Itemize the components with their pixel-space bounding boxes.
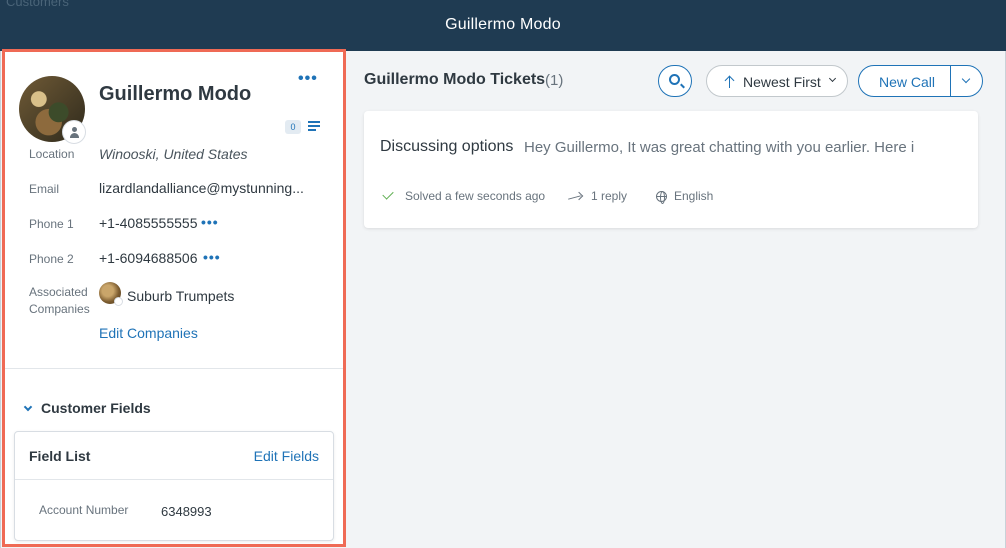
search-icon [669, 74, 680, 85]
location-value: Winooski, United States [99, 146, 248, 162]
phone2-options-icon[interactable]: ••• [203, 249, 221, 265]
search-button[interactable] [658, 65, 692, 97]
ticket-language: English [674, 189, 714, 203]
location-label: Location [29, 147, 75, 161]
account-number-value: 6348993 [161, 504, 212, 519]
ticket-status: Solved a few seconds ago [405, 189, 546, 203]
field-list-card: Field List Edit Fields Account Number 63… [14, 431, 334, 541]
arrow-up-icon [725, 75, 735, 89]
split-divider [950, 66, 951, 96]
ticket-preview: Hey Guillermo, It was great chatting wit… [524, 139, 915, 156]
phone1-label: Phone 1 [29, 217, 74, 231]
background-window-title: Customers [6, 0, 69, 9]
tickets-count: (1) [545, 72, 564, 89]
ticket-replies: 1 reply [591, 189, 628, 203]
sort-dropdown[interactable]: Newest First [706, 65, 848, 97]
new-call-menu-chevron-icon[interactable] [961, 74, 971, 84]
window-titlebar: Customers Guillermo Modo [0, 0, 1006, 51]
divider [5, 368, 343, 369]
customer-name: Guillermo Modo [99, 83, 252, 105]
checkmark-icon [382, 188, 394, 200]
more-options-icon[interactable]: ••• [298, 70, 318, 88]
person-icon [69, 126, 80, 138]
phone1-options-icon[interactable]: ••• [201, 214, 219, 230]
company-name[interactable]: Suburb Trumpets [127, 288, 234, 304]
email-label: Email [29, 182, 60, 196]
chevron-down-icon [23, 402, 33, 412]
tickets-title: Guillermo Modo Tickets [364, 71, 546, 88]
edit-fields-link[interactable]: Edit Fields [254, 448, 319, 464]
avatar-badge [62, 120, 86, 144]
companies-label-line2: Companies [29, 302, 90, 316]
phone2-label: Phone 2 [29, 252, 74, 266]
window-title: Guillermo Modo [445, 16, 561, 33]
account-number-label: Account Number [39, 503, 129, 517]
customer-fields-title: Customer Fields [41, 400, 151, 416]
list-icon[interactable] [308, 121, 320, 131]
companies-label-line1: Associated [29, 285, 88, 299]
phone2-value[interactable]: +1-6094688506 [99, 250, 198, 266]
new-call-button[interactable]: New Call [879, 74, 935, 90]
reply-icon [568, 191, 584, 203]
phone1-value[interactable]: +1-4085555555 [99, 215, 198, 231]
customer-sidebar: Guillermo Modo ••• 0 Location Winooski, … [2, 49, 346, 547]
field-list-title: Field List [29, 448, 91, 464]
field-list-header: Field List Edit Fields [15, 432, 333, 480]
count-badge: 0 [285, 120, 301, 134]
sort-label: Newest First [743, 74, 821, 90]
ticket-card[interactable]: Discussing options Hey Guillermo, It was… [364, 111, 978, 228]
new-call-split-button: New Call [858, 65, 983, 97]
customer-fields-toggle[interactable]: Customer Fields [23, 400, 151, 416]
company-avatar [99, 282, 123, 306]
chevron-down-icon [828, 74, 837, 83]
globe-icon [656, 191, 667, 204]
edit-companies-link[interactable]: Edit Companies [99, 325, 198, 341]
ticket-subject: Discussing options [380, 138, 514, 155]
email-value[interactable]: lizardlandalliance@mystunning... [99, 180, 304, 196]
